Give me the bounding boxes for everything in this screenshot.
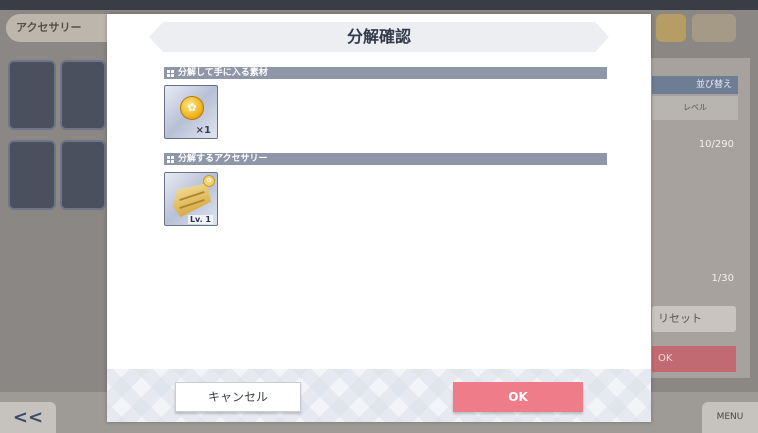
accessories-section-header: 分解するアクセサリー bbox=[164, 153, 607, 165]
top-band bbox=[0, 0, 758, 10]
grid-bullet-icon bbox=[167, 156, 174, 163]
accessory-slot bbox=[8, 60, 56, 130]
accessory-card[interactable]: ✿ Lv. 1 bbox=[164, 172, 218, 226]
cancel-button[interactable]: キャンセル bbox=[175, 382, 301, 412]
decompose-confirm-dialog: 分解確認 分解して手に入る素材 ✿ ×1 分解するアクセサリー ✿ Lv. 1 … bbox=[107, 14, 651, 422]
item-icon bbox=[656, 14, 686, 42]
grid-bullet-icon bbox=[167, 70, 174, 77]
level-cell: レベル bbox=[652, 96, 738, 120]
accessories-section-label: 分解するアクセサリー bbox=[178, 154, 268, 164]
currency-icon bbox=[692, 14, 736, 42]
material-card[interactable]: ✿ ×1 bbox=[164, 85, 218, 139]
accessory-slot bbox=[8, 140, 56, 210]
accessory-slot bbox=[60, 60, 106, 130]
materials-section-header: 分解して手に入る素材 bbox=[164, 67, 607, 79]
inventory-count: 10/290 bbox=[698, 139, 734, 150]
menu-button: MENU bbox=[702, 402, 758, 433]
back-button: << bbox=[0, 402, 56, 433]
ok-button[interactable]: OK bbox=[453, 382, 583, 412]
dialog-title: 分解確認 bbox=[346, 27, 411, 46]
coin-icon: ✿ bbox=[180, 96, 204, 120]
flower-icon: ✿ bbox=[187, 101, 197, 114]
sort-button: 並び替え bbox=[652, 76, 738, 94]
accessory-level: Lv. 1 bbox=[187, 215, 213, 224]
materials-section-label: 分解して手に入る素材 bbox=[178, 68, 268, 78]
rarity-badge-icon: ✿ bbox=[203, 175, 215, 187]
material-quantity: ×1 bbox=[195, 125, 211, 136]
selection-count: 1/30 bbox=[711, 273, 734, 284]
accessory-slot bbox=[60, 140, 106, 210]
reset-button: リセット bbox=[652, 306, 736, 332]
background-ok-button: OK bbox=[652, 346, 736, 372]
